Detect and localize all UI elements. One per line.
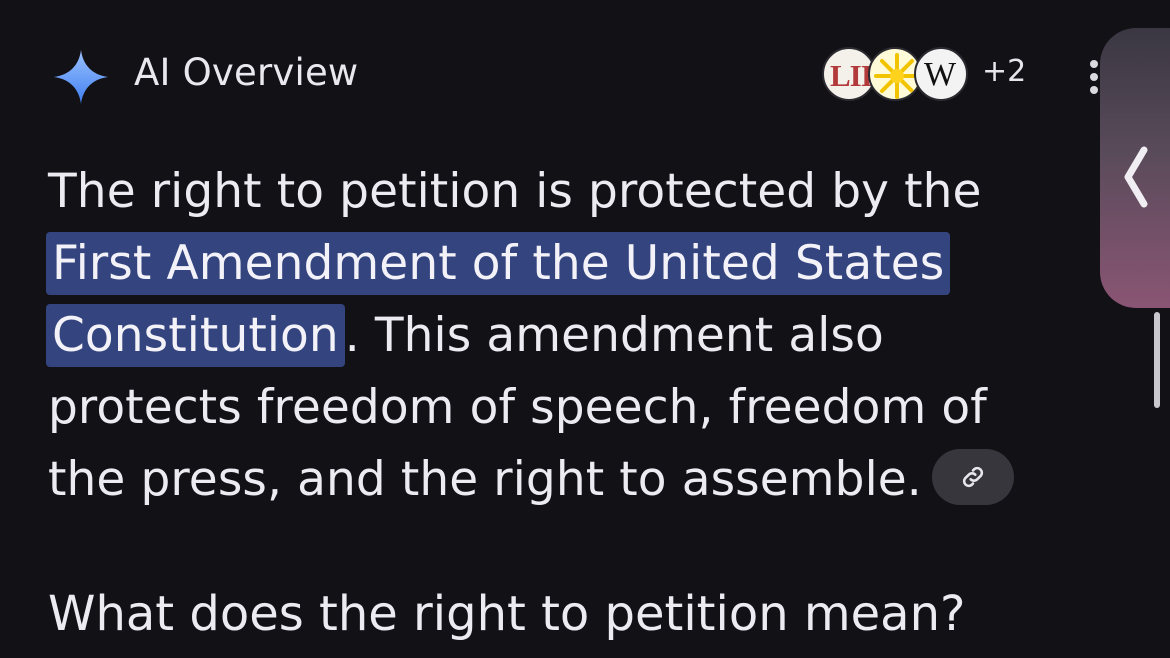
source-avatars[interactable]: LII W +2 — [822, 44, 1072, 104]
followup-question[interactable]: What does the right to petition mean? — [48, 578, 965, 650]
source-wikipedia-logo[interactable]: W — [914, 47, 968, 101]
lii-logo-text: LII — [830, 58, 873, 93]
section-title: AI Overview — [134, 51, 359, 94]
wikipedia-logo-text: W — [924, 56, 957, 93]
sparkle-icon — [53, 49, 109, 105]
source-link-button[interactable] — [931, 448, 1014, 505]
more-vert-icon[interactable] — [1088, 60, 1100, 100]
ai-overview-header: AI Overview LII W +2 — [50, 44, 1050, 105]
chevron-left-icon — [1124, 146, 1148, 208]
overview-answer: The right to petition is protected by th… — [46, 156, 1048, 516]
side-panel-tab[interactable] — [1100, 28, 1170, 308]
more-sources-count[interactable]: +2 — [982, 54, 1026, 89]
scrollbar[interactable] — [1154, 312, 1160, 408]
answer-text-before: The right to petition is protected by th… — [48, 164, 982, 219]
link-icon — [962, 466, 983, 487]
